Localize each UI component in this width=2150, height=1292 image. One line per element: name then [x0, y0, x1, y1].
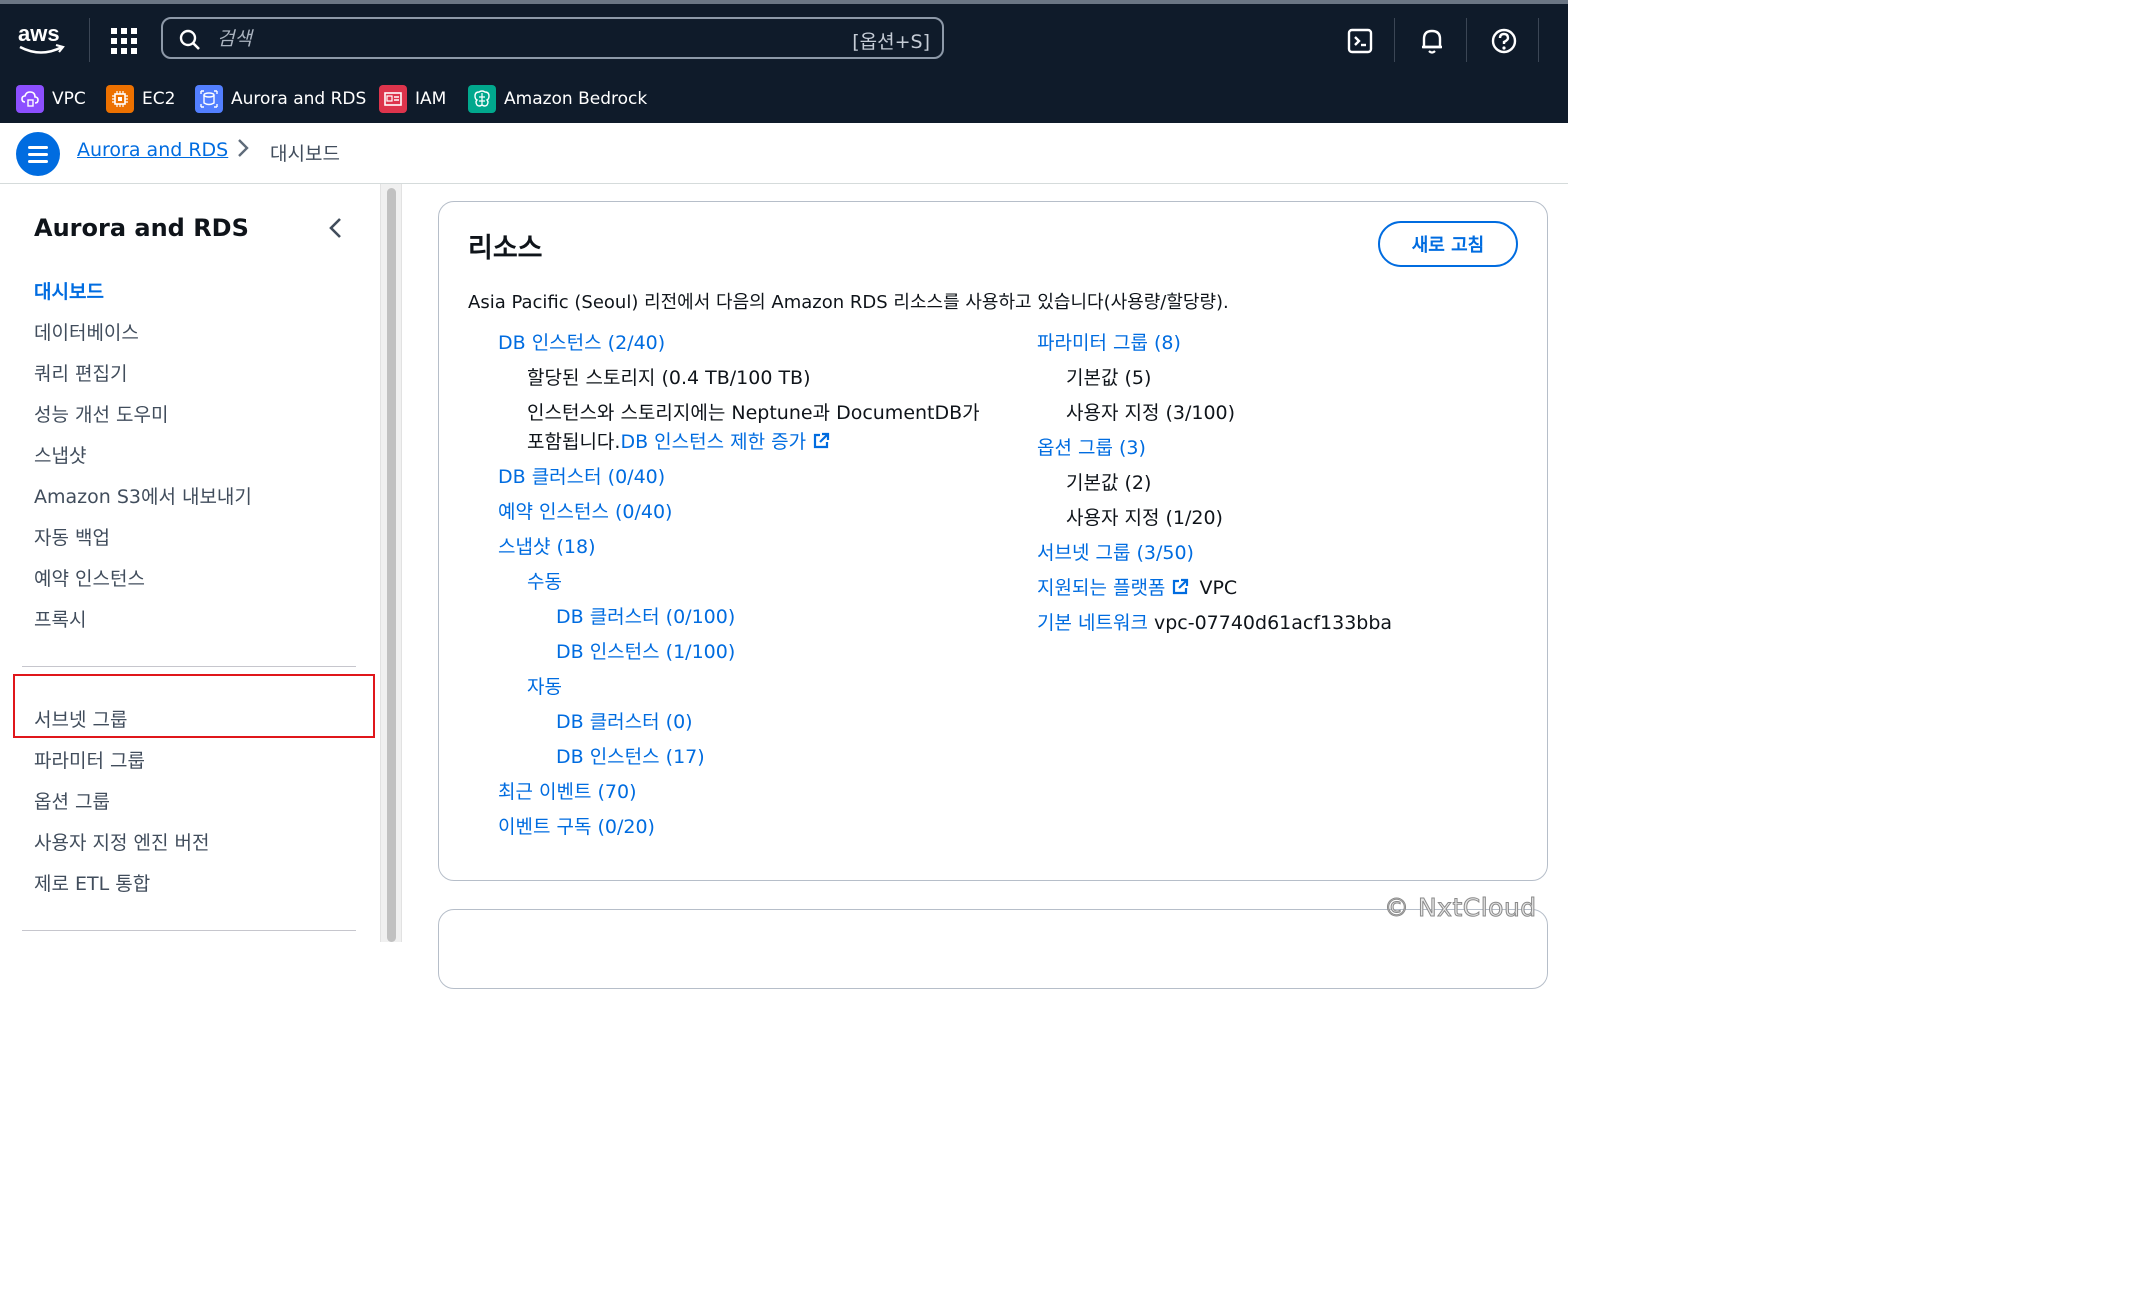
network-value: vpc-07740d61acf133bba: [1153, 612, 1393, 634]
collapse-nav-chevron-left-icon[interactable]: [326, 216, 346, 240]
side-nav-title: Aurora and RDS: [34, 214, 249, 242]
favorite-vpc[interactable]: VPC: [16, 84, 86, 114]
option-custom: 사용자 지정 (1/20): [1066, 507, 1223, 529]
favorite-aurora-rds[interactable]: Aurora and RDS: [195, 84, 366, 114]
aws-logo[interactable]: aws: [16, 20, 66, 60]
iam-service-icon: [379, 85, 407, 113]
link-subnet-groups[interactable]: 서브넷 그룹 (3/50): [1037, 538, 1194, 565]
menu-icon: [28, 146, 48, 149]
favorite-ec2[interactable]: EC2: [106, 84, 175, 114]
external-link-icon: [1173, 578, 1189, 595]
nav-item-databases[interactable]: 데이터베이스: [34, 318, 139, 345]
nav-item-query-editor[interactable]: 쿼리 편집기: [34, 359, 127, 386]
nav-item-option-groups[interactable]: 옵션 그룹: [34, 787, 110, 814]
side-nav-scrollbar[interactable]: [380, 184, 402, 942]
favorite-label: VPC: [52, 89, 86, 109]
platform-value: VPC: [1199, 577, 1238, 599]
link-reserved-instances[interactable]: 예약 인스턴스 (0/40): [498, 497, 672, 524]
vpc-service-icon: [16, 85, 44, 113]
settings-gear-icon[interactable]: [1560, 26, 1590, 56]
highlight-box-subnet-groups: [13, 674, 375, 738]
nav-item-automated-backups[interactable]: 자동 백업: [34, 523, 110, 550]
search-icon: [179, 29, 200, 50]
breadcrumb-bar: Aurora and RDS 대시보드: [0, 123, 1568, 184]
link-auto-db-instances[interactable]: DB 인스턴스 (17): [556, 742, 705, 769]
resources-title: 리소스: [468, 233, 543, 264]
link-db-clusters[interactable]: DB 클러스터 (0/40): [498, 462, 665, 489]
ec2-service-icon: [106, 85, 134, 113]
nav-item-performance-insights[interactable]: 성능 개선 도우미: [34, 400, 168, 427]
divider: [1466, 18, 1467, 62]
nav-item-reserved-instances[interactable]: 예약 인스턴스: [34, 564, 145, 591]
default-network-row: 기본 네트워크 vpc-07740d61acf133bba: [1037, 608, 1392, 635]
link-manual-snapshots[interactable]: 수동: [527, 567, 562, 594]
nav-item-custom-engine-versions[interactable]: 사용자 지정 엔진 버전: [34, 828, 209, 855]
aws-logo-text: aws: [18, 21, 60, 46]
resources-description: Asia Pacific (Seoul) 리전에서 다음의 Amazon RDS…: [468, 292, 1229, 313]
nav-divider: [22, 666, 356, 667]
nav-item-dashboard[interactable]: 대시보드: [34, 277, 104, 304]
side-navigation: Aurora and RDS 대시보드 데이터베이스 쿼리 편집기 성능 개선 …: [0, 184, 380, 942]
link-snapshots[interactable]: 스냅샷 (18): [498, 532, 595, 559]
divider: [1394, 18, 1395, 62]
scrollbar-thumb[interactable]: [387, 188, 396, 942]
note-text: 포함됩니다.: [527, 431, 621, 453]
nav-item-zero-etl[interactable]: 제로 ETL 통합: [34, 869, 150, 896]
nav-divider: [22, 930, 356, 931]
refresh-button[interactable]: 새로 고침: [1378, 221, 1518, 267]
favorite-label: IAM: [415, 89, 447, 109]
external-link-icon: [813, 432, 830, 449]
link-recent-events[interactable]: 최근 이벤트 (70): [498, 777, 636, 804]
bedrock-service-icon: [468, 85, 496, 113]
param-default: 기본값 (5): [1066, 367, 1152, 389]
search-shortcut: [옵션+S]: [852, 31, 930, 53]
favorite-amazon-bedrock[interactable]: Amazon Bedrock: [468, 84, 647, 114]
search-input[interactable]: [215, 25, 819, 53]
link-option-groups[interactable]: 옵션 그룹 (3): [1037, 433, 1146, 460]
nav-item-exports-s3[interactable]: Amazon S3에서 내보내기: [34, 482, 252, 509]
search-box[interactable]: [옵션+S]: [161, 17, 944, 59]
allocated-storage: 할당된 스토리지 (0.4 TB/100 TB): [527, 367, 811, 389]
link-default-network[interactable]: 기본 네트워크: [1037, 612, 1148, 634]
favorite-iam[interactable]: IAM: [379, 84, 446, 114]
note-line-2: 포함됩니다.DB 인스턴스 제한 증가: [527, 427, 830, 454]
hamburger-menu-button[interactable]: [16, 132, 60, 176]
link-manual-db-clusters[interactable]: DB 클러스터 (0/100): [556, 602, 735, 629]
services-grid-icon[interactable]: [111, 28, 137, 54]
link-auto-db-clusters[interactable]: DB 클러스터 (0): [556, 707, 693, 734]
favorites-bar: VPC EC2 Aurora and RDS IAM Amazon Bedroc…: [0, 75, 1568, 123]
link-db-instances[interactable]: DB 인스턴스 (2/40): [498, 328, 665, 355]
chevron-right-icon: [238, 139, 249, 157]
link-increase-db-instance-limit[interactable]: DB 인스턴스 제한 증가: [620, 431, 806, 453]
nav-item-parameter-groups[interactable]: 파라미터 그룹: [34, 746, 145, 773]
help-icon[interactable]: [1489, 26, 1519, 56]
link-supported-platforms[interactable]: 지원되는 플랫폼: [1037, 577, 1165, 599]
favorite-label: EC2: [142, 89, 176, 109]
nav-item-snapshots[interactable]: 스냅샷: [34, 441, 86, 468]
watermark: © NxtCloud: [1384, 893, 1537, 923]
notifications-bell-icon[interactable]: [1417, 26, 1447, 56]
nav-item-proxies[interactable]: 프록시: [34, 605, 86, 632]
next-panel: [438, 909, 1548, 989]
divider: [1538, 18, 1539, 62]
link-parameter-groups[interactable]: 파라미터 그룹 (8): [1037, 328, 1181, 355]
rds-service-icon: [195, 85, 223, 113]
breadcrumb-aurora-rds-link[interactable]: Aurora and RDS: [77, 139, 228, 161]
resources-panel: 리소스 새로 고침 Asia Pacific (Seoul) 리전에서 다음의 …: [438, 201, 1548, 881]
console-top-bar: aws [옵션+S]: [0, 4, 1587, 75]
divider: [89, 18, 90, 62]
link-automated-snapshots[interactable]: 자동: [527, 672, 562, 699]
favorite-label: Amazon Bedrock: [504, 89, 648, 109]
link-manual-db-instances[interactable]: DB 인스턴스 (1/100): [556, 637, 735, 664]
breadcrumb-current: 대시보드: [270, 143, 340, 165]
cloudshell-icon[interactable]: [1346, 26, 1376, 56]
option-default: 기본값 (2): [1066, 472, 1152, 494]
link-event-subscriptions[interactable]: 이벤트 구독 (0/20): [498, 812, 655, 839]
note-line-1: 인스턴스와 스토리지에는 Neptune과 DocumentDB가: [527, 402, 980, 424]
supported-platforms-row: 지원되는 플랫폼 VPC: [1037, 573, 1237, 600]
param-custom: 사용자 지정 (3/100): [1066, 402, 1236, 424]
favorite-label: Aurora and RDS: [231, 89, 367, 109]
